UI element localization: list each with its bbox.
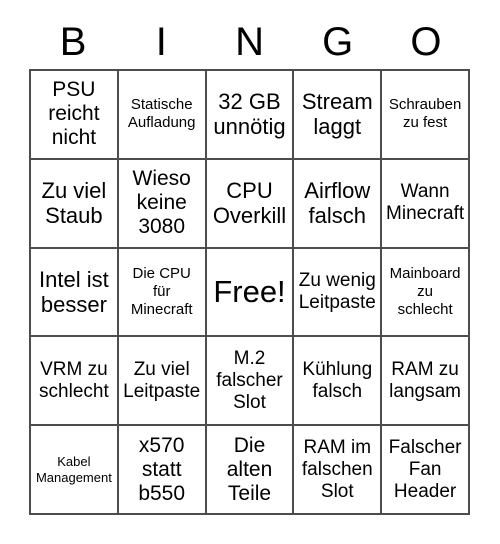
bingo-cell[interactable]: x570 statt b550 (118, 426, 207, 515)
bingo-cell-label: Zu viel Staub (41, 178, 107, 229)
bingo-cell[interactable]: Wann Minecraft (382, 159, 470, 249)
bingo-cell-label: Mainboard zu schlecht (389, 264, 461, 318)
bingo-cell[interactable]: VRM zu schlecht (31, 337, 119, 427)
bingo-cell[interactable]: Schrauben zu fest (382, 71, 470, 160)
bingo-cell[interactable]: Statische Aufladung (118, 71, 207, 160)
bingo-cell-free-space[interactable]: Free! (206, 248, 295, 338)
bingo-cell[interactable]: RAM zu langsam (382, 337, 470, 427)
bingo-cell[interactable]: Wieso keine 3080 (118, 159, 207, 249)
bingo-cell-label: Stream laggt (301, 89, 373, 140)
bingo-header-letter-g: G (322, 19, 354, 64)
bingo-cell-label: Wieso keine 3080 (132, 167, 191, 239)
bingo-cell[interactable]: Airflow falsch (294, 159, 383, 249)
bingo-cell[interactable]: Mainboard zu schlecht (382, 248, 470, 338)
bingo-cell[interactable]: Intel ist besser (31, 248, 119, 338)
bingo-cell[interactable]: Stream laggt (294, 71, 383, 160)
bingo-cell[interactable]: Zu viel Staub (31, 159, 119, 249)
bingo-cell-label: 32 GB unnötig (213, 89, 286, 140)
bingo-cell[interactable]: Zu viel Leitpaste (118, 337, 207, 427)
bingo-cell[interactable]: RAM im falschen Slot (294, 426, 383, 515)
bingo-cell[interactable]: Die CPU für Minecraft (118, 248, 207, 338)
bingo-cell-label: RAM zu langsam (389, 358, 461, 402)
bingo-cell-label: Kühlung falsch (302, 358, 373, 402)
bingo-header-letter-i: I (155, 19, 167, 64)
bingo-cell-label: Wann Minecraft (386, 181, 465, 225)
bingo-cell[interactable]: Zu wenig Leitpaste (294, 248, 383, 338)
bingo-cell-label: Schrauben zu fest (388, 96, 462, 132)
bingo-cell-label: Die alten Teile (226, 433, 273, 505)
bingo-cell-label: Statische Aufladung (127, 96, 196, 132)
bingo-cell[interactable]: 32 GB unnötig (206, 71, 295, 160)
bingo-cell[interactable]: PSU reicht nicht (31, 71, 119, 160)
bingo-cell-label: Free! (213, 273, 286, 309)
bingo-cell-label: RAM im falschen Slot (301, 436, 373, 502)
bingo-header-row: B I N G O (29, 14, 470, 69)
bingo-cell-label: Die CPU für Minecraft (130, 264, 193, 318)
bingo-header-letter-n: N (235, 19, 264, 64)
bingo-cell-label: x570 statt b550 (138, 433, 186, 505)
bingo-cell-label: Zu viel Leitpaste (123, 358, 201, 402)
bingo-card: B I N G O PSU reicht nicht Statische Auf… (0, 0, 500, 544)
bingo-cell-label: Airflow falsch (304, 178, 371, 229)
bingo-cell-label: Zu wenig Leitpaste (298, 269, 376, 313)
bingo-cell-label: M.2 falscher Slot (216, 347, 283, 413)
bingo-grid: PSU reicht nicht Statische Aufladung 32 … (29, 69, 470, 515)
bingo-cell-label: Intel ist besser (39, 266, 109, 317)
bingo-cell[interactable]: Kühlung falsch (294, 337, 383, 427)
bingo-cell[interactable]: CPU Overkill (206, 159, 295, 249)
bingo-cell-label: PSU reicht nicht (48, 78, 100, 150)
bingo-cell[interactable]: Kabel Management (31, 426, 119, 515)
bingo-cell-label: Falscher Fan Header (388, 436, 462, 502)
bingo-cell-label: CPU Overkill (212, 178, 287, 229)
bingo-header-letter-o: O (410, 19, 442, 64)
bingo-cell-label: Kabel Management (35, 453, 112, 485)
bingo-cell[interactable]: M.2 falscher Slot (206, 337, 295, 427)
bingo-header-letter-b: B (59, 19, 87, 64)
bingo-cell[interactable]: Die alten Teile (206, 426, 295, 515)
bingo-cell-label: VRM zu schlecht (39, 358, 109, 402)
bingo-cell[interactable]: Falscher Fan Header (382, 426, 470, 515)
